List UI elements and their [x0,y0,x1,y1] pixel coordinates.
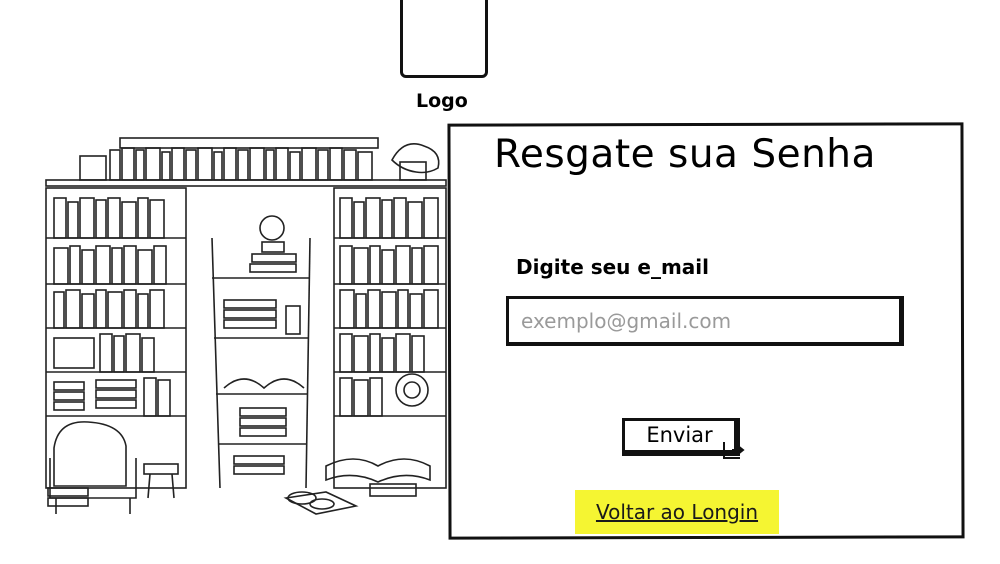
logo-placeholder [400,0,488,78]
page-title: Resgate sua Senha [494,132,876,177]
cursor-icon [723,442,745,459]
email-field[interactable] [506,296,904,346]
logo-label: Logo [416,90,468,112]
bookshelf-illustration [45,137,447,515]
email-label: Digite seu e_mail [516,255,709,279]
back-to-login-link[interactable]: Voltar ao Longin [596,500,758,524]
back-to-login-highlight: Voltar ao Longin [575,490,779,534]
